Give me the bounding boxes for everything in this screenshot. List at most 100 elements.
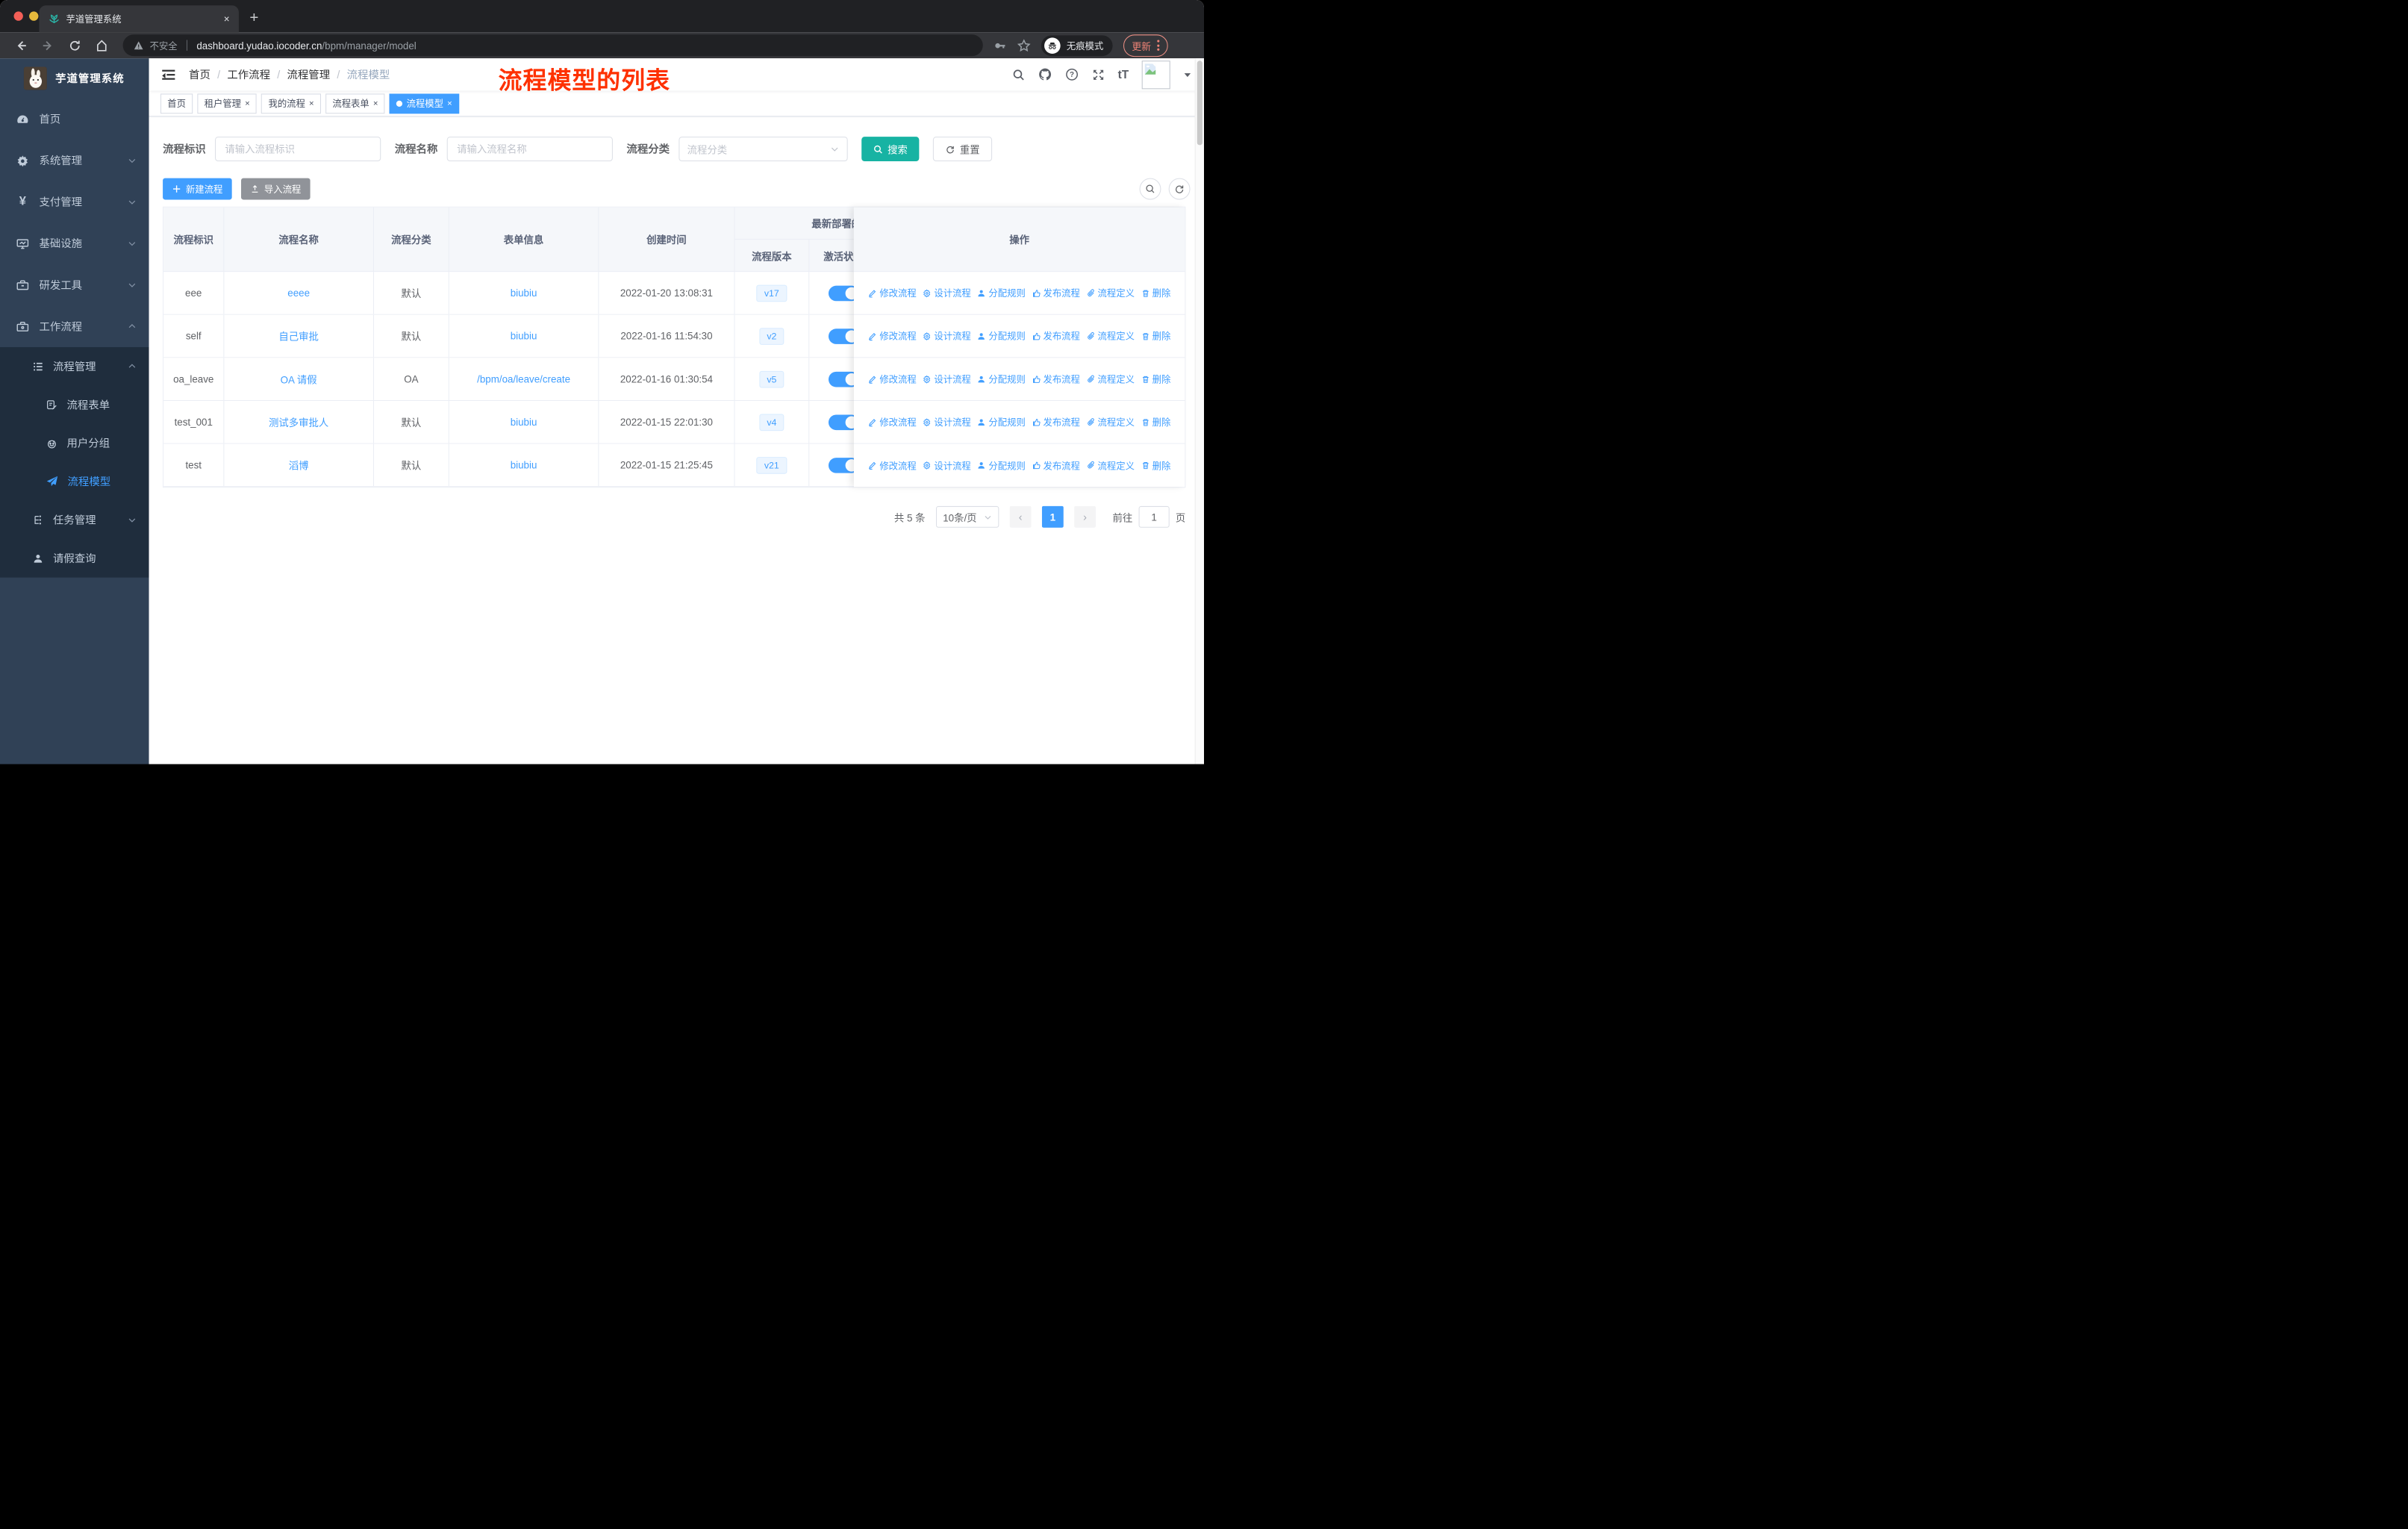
- category-select[interactable]: 流程分类: [679, 137, 848, 162]
- github-icon[interactable]: [1038, 68, 1052, 82]
- toggle-search-button[interactable]: [1139, 178, 1161, 200]
- avatar[interactable]: [1141, 60, 1170, 89]
- delete-link[interactable]: 删除: [1141, 459, 1170, 472]
- browser-tab[interactable]: 芋道管理系统 ×: [39, 5, 239, 33]
- assign-rule-link[interactable]: 分配规则: [977, 459, 1026, 472]
- refresh-table-button[interactable]: [1168, 178, 1191, 200]
- modify-process-link[interactable]: 修改流程: [868, 329, 917, 342]
- modify-process-link[interactable]: 修改流程: [868, 287, 917, 299]
- tag-process-form[interactable]: 流程表单 ×: [325, 93, 385, 113]
- reload-icon[interactable]: [69, 39, 81, 52]
- process-definition-link[interactable]: 流程定义: [1086, 329, 1135, 342]
- prev-page-button[interactable]: ‹: [1009, 505, 1032, 528]
- back-icon[interactable]: [15, 39, 28, 52]
- design-process-link[interactable]: 设计流程: [923, 287, 971, 299]
- form-link[interactable]: biubiu: [511, 459, 537, 470]
- form-link[interactable]: biubiu: [511, 287, 537, 299]
- process-definition-link[interactable]: 流程定义: [1086, 459, 1135, 472]
- tag-tenant[interactable]: 租户管理 ×: [197, 93, 258, 113]
- process-definition-link[interactable]: 流程定义: [1086, 373, 1135, 385]
- browser-update-button[interactable]: 更新: [1123, 34, 1168, 57]
- tag-home[interactable]: 首页: [160, 93, 193, 113]
- publish-process-link[interactable]: 发布流程: [1032, 459, 1080, 472]
- sidebar-item-system[interactable]: 系统管理: [0, 140, 149, 181]
- breadcrumb-item[interactable]: 流程管理: [287, 66, 331, 82]
- sidebar-item-leave-query[interactable]: 请假查询: [0, 539, 149, 577]
- form-link[interactable]: biubiu: [511, 417, 537, 428]
- address-bar[interactable]: 不安全 dashboard.yudao.iocoder.cn/bpm/manag…: [122, 34, 983, 57]
- scrollbar-thumb[interactable]: [1197, 60, 1203, 146]
- tag-close-icon[interactable]: ×: [309, 99, 314, 108]
- goto-page-input[interactable]: [1138, 505, 1170, 528]
- sidebar-item-process-model[interactable]: 流程模型: [0, 462, 149, 500]
- sidebar-item-home[interactable]: 首页: [0, 99, 149, 140]
- fullscreen-icon[interactable]: [1092, 68, 1105, 81]
- home-icon[interactable]: [96, 39, 108, 52]
- font-size-icon[interactable]: tT: [1118, 68, 1129, 81]
- tag-my-process[interactable]: 我的流程 ×: [261, 93, 321, 113]
- sidebar-collapse-icon[interactable]: [161, 67, 176, 82]
- breadcrumb-item[interactable]: 工作流程: [227, 66, 270, 82]
- delete-link[interactable]: 删除: [1141, 287, 1170, 299]
- delete-link[interactable]: 删除: [1141, 416, 1170, 429]
- next-page-button[interactable]: ›: [1074, 505, 1096, 528]
- sidebar-item-devtools[interactable]: 研发工具: [0, 264, 149, 306]
- close-window-button[interactable]: [13, 11, 23, 21]
- breadcrumb-item[interactable]: 首页: [189, 66, 210, 82]
- publish-process-link[interactable]: 发布流程: [1032, 373, 1080, 385]
- delete-link[interactable]: 删除: [1141, 329, 1170, 342]
- process-name-link[interactable]: 测试多审批人: [269, 414, 328, 429]
- create-process-button[interactable]: 新建流程: [163, 178, 232, 200]
- process-name-input[interactable]: [446, 137, 613, 162]
- tab-close-icon[interactable]: ×: [224, 13, 230, 24]
- assign-rule-link[interactable]: 分配规则: [977, 416, 1026, 429]
- delete-link[interactable]: 删除: [1141, 373, 1170, 385]
- forward-icon[interactable]: [42, 39, 54, 52]
- help-icon[interactable]: ?: [1065, 68, 1079, 82]
- import-process-button[interactable]: 导入流程: [241, 178, 311, 200]
- page-size-select[interactable]: 10条/页: [935, 505, 999, 528]
- modify-process-link[interactable]: 修改流程: [868, 459, 917, 472]
- process-name-link[interactable]: eeee: [287, 287, 310, 299]
- current-page-button[interactable]: 1: [1041, 505, 1064, 528]
- search-icon[interactable]: [1012, 68, 1025, 81]
- key-icon[interactable]: [994, 39, 1006, 52]
- bookmark-star-icon[interactable]: [1017, 38, 1031, 52]
- sidebar-item-infra[interactable]: 基础设施: [0, 222, 149, 264]
- sidebar-item-user-group[interactable]: 用户分组: [0, 424, 149, 462]
- tag-close-icon[interactable]: ×: [373, 99, 378, 108]
- publish-process-link[interactable]: 发布流程: [1032, 287, 1080, 299]
- process-name-link[interactable]: OA 请假: [281, 372, 317, 387]
- process-definition-link[interactable]: 流程定义: [1086, 416, 1135, 429]
- design-process-link[interactable]: 设计流程: [923, 373, 971, 385]
- modify-process-link[interactable]: 修改流程: [868, 416, 917, 429]
- browser-menu-icon[interactable]: [1157, 40, 1160, 51]
- form-link[interactable]: biubiu: [511, 330, 537, 341]
- process-definition-link[interactable]: 流程定义: [1086, 287, 1135, 299]
- process-name-link[interactable]: 滔博: [289, 458, 309, 473]
- design-process-link[interactable]: 设计流程: [923, 329, 971, 342]
- form-link[interactable]: /bpm/oa/leave/create: [477, 373, 570, 384]
- assign-rule-link[interactable]: 分配规则: [977, 287, 1026, 299]
- process-id-input[interactable]: [215, 137, 381, 162]
- search-button[interactable]: 搜索: [861, 137, 920, 162]
- process-name-link[interactable]: 自己审批: [278, 328, 319, 343]
- tag-close-icon[interactable]: ×: [245, 99, 250, 108]
- assign-rule-link[interactable]: 分配规则: [977, 373, 1026, 385]
- tag-close-icon[interactable]: ×: [447, 99, 452, 108]
- tag-process-model[interactable]: 流程模型 ×: [389, 93, 459, 113]
- new-tab-button[interactable]: +: [249, 7, 258, 28]
- publish-process-link[interactable]: 发布流程: [1032, 416, 1080, 429]
- design-process-link[interactable]: 设计流程: [923, 416, 971, 429]
- minimize-window-button[interactable]: [29, 11, 39, 21]
- assign-rule-link[interactable]: 分配规则: [977, 329, 1026, 342]
- sidebar-item-payment[interactable]: ¥ 支付管理: [0, 181, 149, 223]
- modify-process-link[interactable]: 修改流程: [868, 373, 917, 385]
- sidebar-item-process-manage[interactable]: 流程管理: [0, 347, 149, 385]
- sidebar-item-workflow[interactable]: 工作流程: [0, 305, 149, 347]
- sidebar-item-process-form[interactable]: 流程表单: [0, 385, 149, 423]
- caret-down-icon[interactable]: [1183, 70, 1191, 78]
- sidebar-item-task-manage[interactable]: 任务管理: [0, 501, 149, 539]
- design-process-link[interactable]: 设计流程: [923, 459, 971, 472]
- publish-process-link[interactable]: 发布流程: [1032, 329, 1080, 342]
